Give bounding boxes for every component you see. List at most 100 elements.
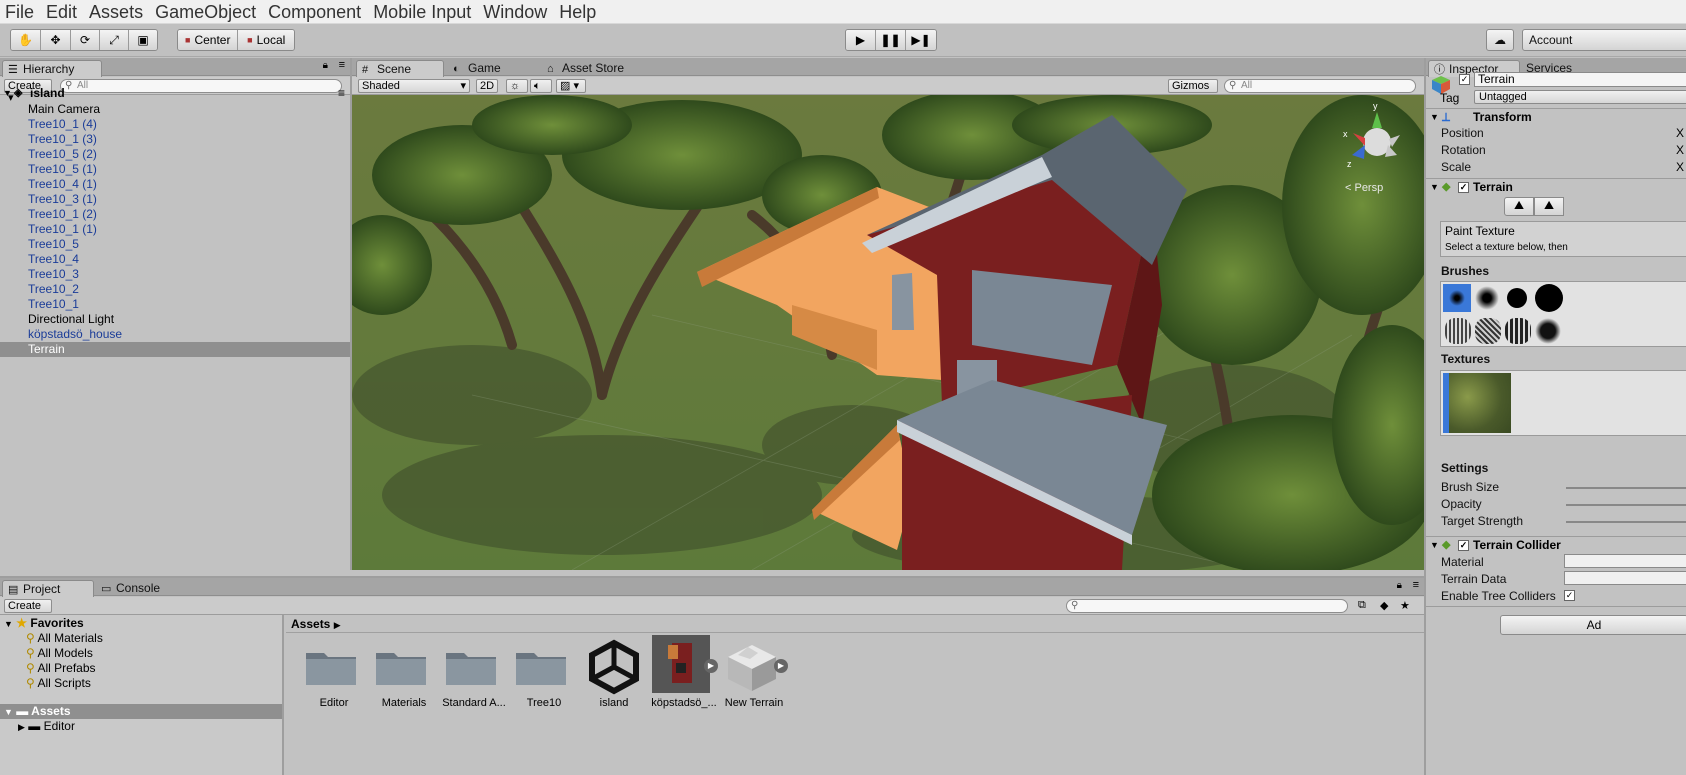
menu-mobile-input[interactable]: Mobile Input [367, 0, 477, 24]
rotate-tool-button[interactable]: ⟳ [71, 30, 100, 50]
hierarchy-item[interactable]: Tree10_4 [0, 252, 350, 267]
add-component-button[interactable]: Ad [1500, 615, 1686, 635]
projection-label[interactable]: < Persp [1345, 182, 1383, 194]
tab-project[interactable]: ▤ Project [2, 580, 94, 597]
tag-dropdown[interactable]: Untagged [1474, 90, 1686, 104]
terrain-collider-header[interactable]: ▼ ◆ ✓ Terrain Collider [1426, 536, 1686, 553]
pause-button[interactable]: ❚❚ [876, 30, 906, 50]
menu-edit[interactable]: Edit [40, 0, 83, 24]
hierarchy-item[interactable]: Tree10_1 (3) [0, 132, 350, 147]
brush-splat[interactable] [1535, 318, 1561, 344]
lighting-toggle[interactable]: ☼ [506, 79, 528, 93]
filter-type-icon[interactable]: ⧉ [1358, 599, 1366, 612]
brush-grass-3[interactable] [1505, 318, 1531, 344]
menu-window[interactable]: Window [477, 0, 553, 24]
menu-component[interactable]: Component [262, 0, 367, 24]
transform-header[interactable]: ▼ ⟂ Transform [1426, 108, 1686, 125]
cloud-button[interactable]: ☁ [1486, 29, 1514, 51]
asset-item-editor[interactable]: Editor [296, 635, 372, 713]
enable-tree-colliders-checkbox[interactable]: ✓ [1564, 590, 1575, 601]
hierarchy-item[interactable]: köpstadsö_house [0, 327, 350, 342]
expand-arrow-icon[interactable]: ▼ [3, 86, 12, 101]
breadcrumb-assets[interactable]: Assets [291, 617, 330, 631]
hierarchy-item[interactable]: Tree10_1 (1) [0, 222, 350, 237]
brush-hard-large[interactable] [1535, 284, 1563, 312]
brush-grass-2[interactable] [1475, 318, 1501, 344]
menu-help[interactable]: Help [553, 0, 602, 24]
scene-search-input[interactable]: ⚲ All [1224, 79, 1416, 93]
menu-assets[interactable]: Assets [83, 0, 149, 24]
favorites-row[interactable]: ▼ ★ Favorites [4, 616, 84, 631]
hierarchy-item[interactable]: Tree10_1 [0, 297, 350, 312]
brush-selected[interactable] [1443, 284, 1471, 312]
asset-item-materials[interactable]: Materials [366, 635, 442, 713]
hierarchy-item[interactable]: Directional Light [0, 312, 350, 327]
asset-item-new-terrain[interactable]: ▶ New Terrain [716, 635, 792, 713]
favorite-item[interactable]: ⚲ All Scripts [26, 676, 91, 691]
scene-root-row[interactable]: ▼ ◈ island ≡ [0, 86, 350, 101]
object-name-field[interactable]: Terrain [1474, 72, 1686, 87]
favorite-item[interactable]: ⚲ All Materials [26, 631, 103, 646]
material-field[interactable] [1564, 554, 1686, 568]
panel-menu-icon[interactable]: ≡ [339, 59, 345, 71]
hierarchy-item[interactable]: Tree10_5 [0, 237, 350, 252]
gizmos-dropdown[interactable]: Gizmos ▾ [1168, 79, 1218, 104]
menu-file[interactable]: File [0, 0, 40, 24]
terrain-enabled-checkbox[interactable]: ✓ [1458, 182, 1469, 193]
tab-hierarchy[interactable]: ☰ Hierarchy [2, 60, 102, 77]
rect-tool-button[interactable]: ▣ [129, 30, 157, 50]
filter-label-icon[interactable]: ◆ [1380, 599, 1388, 612]
scale-x-field[interactable]: X [1676, 160, 1684, 174]
project-search-input[interactable]: ⚲ [1066, 599, 1348, 613]
brush-size-slider[interactable] [1566, 487, 1686, 489]
assets-root-row[interactable]: ▼ ▬ Assets [0, 704, 282, 719]
texture-selected[interactable] [1443, 373, 1511, 433]
hierarchy-item[interactable]: Tree10_3 [0, 267, 350, 282]
collider-enabled-checkbox[interactable]: ✓ [1458, 540, 1469, 551]
opacity-slider[interactable] [1566, 504, 1686, 506]
scene-menu-icon[interactable]: ≡ [338, 86, 345, 101]
brush-grass-1[interactable] [1445, 318, 1471, 344]
tab-console[interactable]: ▭ Console [96, 580, 186, 597]
terrain-component-header[interactable]: ▼ ◆ ✓ Terrain [1426, 178, 1686, 195]
favorite-item[interactable]: ⚲ All Models [26, 646, 93, 661]
position-x-field[interactable]: X [1676, 126, 1684, 140]
asset-item-tree10[interactable]: Tree10 [506, 635, 582, 713]
hierarchy-item[interactable]: Tree10_5 (2) [0, 147, 350, 162]
paint-height-tool-button[interactable]: ⛰ [1534, 197, 1564, 216]
raise-terrain-tool-button[interactable]: ⛰ [1504, 197, 1534, 216]
hierarchy-item[interactable]: Tree10_2 [0, 282, 350, 297]
hierarchy-item[interactable]: Tree10_3 (1) [0, 192, 350, 207]
lock-icon[interactable]: 🔒︎ [1397, 580, 1402, 591]
hierarchy-item[interactable]: Tree10_1 (2) [0, 207, 350, 222]
effects-dropdown[interactable]: ▨ ▾ [556, 79, 586, 93]
menu-gameobject[interactable]: GameObject [149, 0, 262, 24]
hierarchy-item[interactable]: Tree10_5 (1) [0, 162, 350, 177]
hand-tool-button[interactable]: ✋ [11, 30, 41, 50]
brush-soft[interactable] [1475, 286, 1499, 310]
move-tool-button[interactable]: ✥ [41, 30, 71, 50]
tab-game[interactable]: ◐ Game [448, 60, 538, 77]
hierarchy-item[interactable]: Terrain [0, 342, 350, 357]
brush-hard-small[interactable] [1507, 288, 1527, 308]
tab-scene[interactable]: # Scene [356, 60, 444, 77]
favorite-star-icon[interactable]: ★ [1400, 599, 1410, 612]
project-create-button[interactable]: Create ▾ [4, 599, 52, 624]
active-checkbox[interactable]: ✓ [1459, 74, 1470, 85]
terrain-data-field[interactable] [1564, 571, 1686, 585]
asset-item-standard-assets[interactable]: Standard A... [436, 635, 512, 713]
2d-toggle[interactable]: 2D [476, 79, 498, 93]
audio-toggle[interactable]: 🔈︎ [530, 79, 552, 93]
pivot-local-button[interactable]: ■ Local [238, 30, 294, 50]
scene-viewport[interactable]: y x z < Persp [352, 95, 1424, 570]
asset-item-house-prefab[interactable]: ▶ köpstadsö_... [646, 635, 722, 713]
pivot-center-button[interactable]: ■ Center [178, 30, 239, 50]
expand-terrain-icon[interactable]: ▶ [774, 659, 788, 673]
panel-menu-icon[interactable]: ≡ [1413, 579, 1419, 591]
hierarchy-item[interactable]: Main Camera [0, 102, 350, 117]
asset-item-island-scene[interactable]: island [576, 635, 652, 713]
account-dropdown[interactable]: Account [1522, 29, 1686, 51]
scale-tool-button[interactable]: ⤢ [100, 30, 129, 50]
assets-editor-row[interactable]: ▶ ▬ Editor [18, 719, 75, 734]
hierarchy-item[interactable]: Tree10_1 (4) [0, 117, 350, 132]
